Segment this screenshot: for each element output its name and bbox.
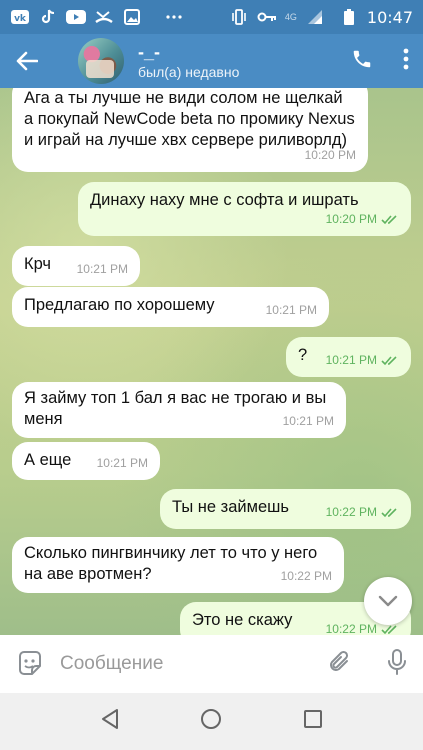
message-incoming[interactable]: Предлагаю по хорошему 10:21 PM: [12, 287, 329, 327]
message-meta: 10:21 PM: [326, 350, 399, 371]
microphone-icon: [388, 648, 406, 675]
message-list[interactable]: Ага а ты лучше не види солом не щелкай а…: [0, 88, 423, 635]
message-incoming[interactable]: А еще 10:21 PM: [12, 442, 160, 480]
double-check-icon: [381, 507, 397, 517]
composer-actions: [327, 648, 423, 681]
svg-text:vk: vk: [14, 14, 27, 24]
nav-home-button[interactable]: [200, 708, 222, 735]
message-incoming[interactable]: Крч 10:21 PM: [12, 246, 140, 286]
double-check-icon: [381, 214, 397, 224]
signal-icon: [305, 9, 325, 25]
message-incoming[interactable]: Сколько пингвинчику лет то что у него на…: [12, 537, 344, 593]
chat-header: -_- был(а) недавно: [0, 34, 423, 88]
message-meta: 10:21 PM: [97, 453, 148, 474]
message-text: А еще: [24, 451, 72, 469]
message-text: Крч: [24, 255, 52, 273]
message-incoming[interactable]: Ага а ты лучше не види солом не щелкай а…: [12, 88, 368, 172]
message-incoming[interactable]: Я займу топ 1 бал я вас не трогаю и вы м…: [12, 382, 346, 438]
system-icons: 4G 10:47: [229, 8, 413, 27]
key-icon: [257, 9, 277, 25]
message-text: Это не скажу: [192, 611, 293, 629]
message-meta: 10:22 PM: [326, 502, 399, 523]
message-time: 10:20 PM: [304, 148, 356, 162]
double-check-icon: [381, 624, 397, 634]
message-text: Предлагаю по хорошему: [24, 296, 215, 314]
message-meta: 10:21 PM: [283, 411, 334, 432]
clock: 10:47: [366, 7, 413, 27]
message-time: 10:22 PM: [280, 569, 332, 583]
battery-icon: [339, 9, 359, 25]
message-text: Ты не займешь: [172, 498, 289, 516]
paperclip-icon: [330, 650, 349, 671]
notification-icons: vk: [10, 9, 184, 25]
message-meta: 10:21 PM: [266, 300, 317, 321]
message-input[interactable]: [60, 644, 327, 684]
message-time: 10:21 PM: [325, 353, 377, 367]
call-button[interactable]: [351, 48, 373, 75]
chevron-down-icon: [378, 595, 398, 607]
message-outgoing[interactable]: Динаху наху мне с софта и ишрать 10:20 P…: [78, 182, 411, 236]
chat-title: -_-: [138, 41, 160, 62]
last-seen-status: был(а) недавно: [138, 63, 240, 80]
system-navigation-bar: [0, 693, 423, 750]
emoji-button[interactable]: [0, 650, 60, 678]
more-icon: [164, 9, 184, 25]
attach-button[interactable]: [327, 649, 353, 680]
sticker-icon: [19, 651, 41, 675]
message-time: 10:22 PM: [325, 622, 377, 635]
circle-home-icon: [201, 709, 222, 729]
message-time: 10:21 PM: [76, 262, 128, 276]
back-button[interactable]: [0, 34, 54, 88]
youtube-icon: [66, 9, 86, 25]
network-type: 4G: [284, 12, 297, 22]
message-outgoing[interactable]: Ты не займешь 10:22 PM: [160, 489, 411, 529]
double-check-icon: [381, 355, 397, 365]
gallery-icon: [122, 9, 142, 25]
vibrate-icon: [229, 9, 249, 25]
tiktok-icon: [38, 9, 58, 25]
message-outgoing[interactable]: ? 10:21 PM: [286, 337, 411, 377]
chat-info[interactable]: -_- был(а) недавно: [138, 43, 239, 80]
scroll-to-bottom-button[interactable]: [364, 577, 412, 625]
voice-button[interactable]: [387, 648, 407, 681]
arrow-left-icon: [16, 51, 38, 71]
avatar[interactable]: [78, 38, 124, 84]
message-time: 10:21 PM: [96, 456, 148, 470]
message-time: 10:21 PM: [265, 303, 317, 317]
composer: [0, 635, 423, 693]
message-text: Ага а ты лучше не види солом не щелкай а…: [24, 89, 355, 149]
menu-button[interactable]: [403, 48, 409, 75]
more-vertical-icon: [403, 48, 409, 69]
message-meta: 10:21 PM: [77, 259, 128, 280]
phone-icon: [353, 50, 371, 67]
missed-call-icon: [94, 9, 114, 25]
message-meta: 10:22 PM: [281, 566, 332, 587]
triangle-back-icon: [102, 709, 119, 729]
message-meta: 10:20 PM: [305, 145, 356, 166]
vk-icon: vk: [10, 9, 30, 25]
message-time: 10:22 PM: [325, 505, 377, 519]
square-recents-icon: [303, 710, 322, 728]
header-actions: [351, 48, 423, 75]
nav-back-button[interactable]: [100, 708, 120, 735]
message-text: ?: [298, 346, 308, 364]
message-text: Динаху наху мне с софта и ишрать: [90, 191, 359, 209]
message-time: 10:20 PM: [325, 212, 377, 226]
nav-recents-button[interactable]: [303, 709, 323, 734]
message-time: 10:21 PM: [282, 414, 334, 428]
message-meta: 10:20 PM: [326, 209, 399, 230]
status-bar: vk 4G 10:47: [0, 0, 423, 34]
